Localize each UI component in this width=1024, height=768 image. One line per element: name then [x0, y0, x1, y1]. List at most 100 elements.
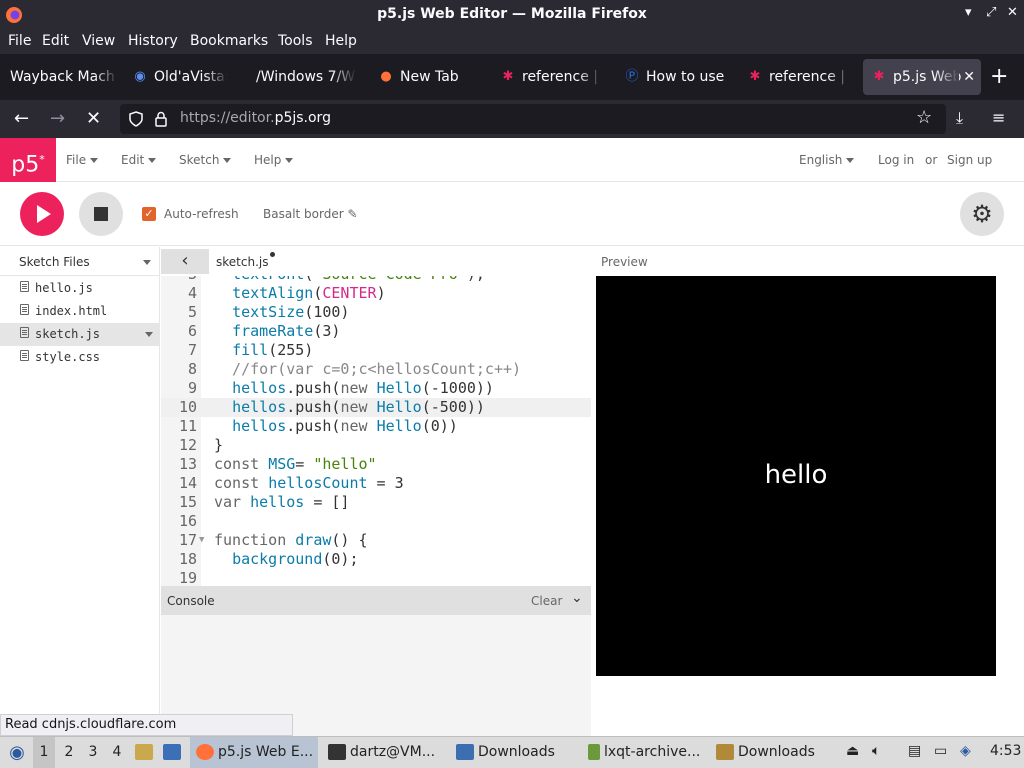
window-icon[interactable]: [160, 737, 184, 768]
workspace-4[interactable]: 4: [106, 737, 128, 768]
language-select[interactable]: English: [799, 153, 855, 167]
workspace-2[interactable]: 2: [58, 737, 80, 768]
file-hello-js[interactable]: hello.js: [0, 277, 160, 300]
tab-windows7[interactable]: /Windows 7/Wi: [256, 59, 356, 95]
preview-canvas[interactable]: hello: [596, 276, 996, 676]
code-line[interactable]: 18 background(0);: [161, 550, 591, 569]
p5-menu-file[interactable]: File: [66, 153, 99, 167]
code-line[interactable]: 19: [161, 569, 591, 586]
fold-arrow-icon[interactable]: ▼: [199, 531, 204, 550]
tab-oldavista[interactable]: ◉ Old'aVista:: [132, 59, 228, 95]
code-line[interactable]: 7 fill(255): [161, 341, 591, 360]
bookmark-star-icon[interactable]: ☆: [916, 107, 932, 128]
volume-icon[interactable]: 🔈︎: [872, 743, 880, 759]
code-line[interactable]: 8 //for(var c=0;c<hellosCount;c++): [161, 360, 591, 379]
tab-p5-editor[interactable]: ✱ p5.js Web ✕: [863, 59, 981, 95]
login-link[interactable]: Log in: [878, 153, 914, 167]
code-editor[interactable]: 3 textFont('Source Code Pro');4 textAlig…: [161, 276, 591, 586]
lock-icon[interactable]: [154, 111, 168, 127]
shield-icon[interactable]: [128, 111, 144, 127]
menu-history[interactable]: History: [128, 33, 178, 49]
code-line[interactable]: 13 const MSG= "hello": [161, 455, 591, 474]
tab-newtab[interactable]: ● New Tab: [378, 59, 478, 95]
taskbar-downloads-2[interactable]: Downloads: [710, 737, 836, 768]
stop-button[interactable]: [79, 192, 123, 236]
taskbar-archiver[interactable]: lxqt-archive...: [582, 737, 708, 768]
signup-link[interactable]: Sign up: [947, 153, 992, 167]
project-name[interactable]: Basalt border ✎: [263, 207, 358, 221]
code-line[interactable]: 9 hellos.push(new Hello(-1000)): [161, 379, 591, 398]
autorefresh-checkbox[interactable]: ✓: [142, 207, 156, 221]
clipboard-icon[interactable]: ▤: [908, 743, 921, 759]
code-text[interactable]: frameRate(3): [214, 322, 340, 341]
tab-how-to-use[interactable]: Ⓟ How to use: [624, 59, 724, 95]
code-text[interactable]: hellos.push(new Hello(0)): [214, 417, 458, 436]
code-text[interactable]: hellos.push(new Hello(-500)): [214, 398, 485, 417]
new-tab-icon[interactable]: +: [990, 64, 1008, 89]
file-sketch-js[interactable]: sketch.js: [0, 323, 160, 346]
taskbar-downloads-1[interactable]: Downloads: [450, 737, 578, 768]
back-icon[interactable]: ←: [14, 108, 29, 129]
code-text[interactable]: var hellos = []: [214, 493, 349, 512]
code-line[interactable]: 16: [161, 512, 591, 531]
tab-reference-2[interactable]: ✱ reference |: [747, 59, 851, 95]
tab-wayback[interactable]: Wayback Mach: [10, 59, 118, 95]
code-text[interactable]: hellos.push(new Hello(-1000)): [214, 379, 494, 398]
code-text[interactable]: fill(255): [214, 341, 313, 360]
downloads-icon[interactable]: ⤓: [956, 108, 963, 128]
code-text[interactable]: textAlign(CENTER): [214, 284, 386, 303]
menu-tools[interactable]: Tools: [278, 33, 313, 49]
settings-gear-icon[interactable]: ⚙: [960, 192, 1004, 236]
play-button[interactable]: [20, 192, 64, 236]
maximize-icon[interactable]: ⤢: [986, 5, 996, 20]
code-line[interactable]: 3 textFont('Source Code Pro');: [161, 276, 591, 284]
minimize-icon[interactable]: ▾: [965, 5, 972, 20]
code-line[interactable]: 6 frameRate(3): [161, 322, 591, 341]
menu-help[interactable]: Help: [325, 33, 357, 49]
code-text[interactable]: textFont('Source Code Pro');: [214, 276, 485, 284]
chevron-down-icon[interactable]: [143, 260, 151, 265]
url-bar[interactable]: https://editor.p5js.org ☆: [120, 104, 946, 134]
editor-file-tab[interactable]: sketch.js: [216, 252, 276, 269]
forward-icon[interactable]: →: [50, 108, 65, 129]
file-index-html[interactable]: index.html: [0, 300, 160, 323]
taskbar-firefox[interactable]: p5.js Web E...: [190, 737, 318, 768]
menu-bookmarks[interactable]: Bookmarks: [190, 33, 268, 49]
file-style-css[interactable]: style.css: [0, 346, 160, 369]
show-desktop-icon[interactable]: [132, 737, 156, 768]
url-text[interactable]: https://editor.p5js.org: [180, 110, 331, 126]
code-text[interactable]: const hellosCount = 3: [214, 474, 404, 493]
workspace-3[interactable]: 3: [82, 737, 104, 768]
console-clear-button[interactable]: Clear: [531, 594, 562, 608]
start-menu-icon[interactable]: ◉: [4, 737, 30, 768]
code-line[interactable]: 11 hellos.push(new Hello(0)): [161, 417, 591, 436]
code-line[interactable]: 10 hellos.push(new Hello(-500)): [161, 398, 591, 417]
menu-view[interactable]: View: [82, 33, 115, 49]
close-tab-icon[interactable]: ✕: [963, 59, 975, 95]
taskbar-terminal[interactable]: dartz@VM...: [322, 737, 446, 768]
tab-reference-1[interactable]: ✱ reference |: [500, 59, 602, 95]
code-text[interactable]: }: [214, 436, 223, 455]
code-text[interactable]: const MSG= "hello": [214, 455, 377, 474]
p5-menu-edit[interactable]: Edit: [121, 153, 157, 167]
p5-menu-help[interactable]: Help: [254, 153, 294, 167]
code-text[interactable]: //for(var c=0;c<hellosCount;c++): [214, 360, 521, 379]
code-line[interactable]: 17 function draw() {▼: [161, 531, 591, 550]
menu-edit[interactable]: Edit: [42, 33, 69, 49]
sidebar-header[interactable]: Sketch Files: [0, 247, 160, 276]
code-line[interactable]: 5 textSize(100): [161, 303, 591, 322]
menu-file[interactable]: File: [8, 33, 31, 49]
collapse-sidebar-chevron-icon[interactable]: ‹: [161, 249, 209, 274]
close-window-icon[interactable]: ✕: [1007, 5, 1018, 20]
code-line[interactable]: 14 const hellosCount = 3: [161, 474, 591, 493]
p5-logo[interactable]: p5*: [0, 138, 56, 182]
code-line[interactable]: 4 textAlign(CENTER): [161, 284, 591, 303]
code-text[interactable]: background(0);: [214, 550, 358, 569]
code-line[interactable]: 15 var hellos = []: [161, 493, 591, 512]
stop-loading-icon[interactable]: ✕: [86, 108, 101, 129]
network-icon[interactable]: ▭: [934, 743, 947, 759]
code-line[interactable]: 12}: [161, 436, 591, 455]
code-text[interactable]: function draw() {: [214, 531, 368, 550]
hamburger-menu-icon[interactable]: ≡: [992, 108, 1005, 127]
file-options-chevron-icon[interactable]: [145, 332, 153, 337]
